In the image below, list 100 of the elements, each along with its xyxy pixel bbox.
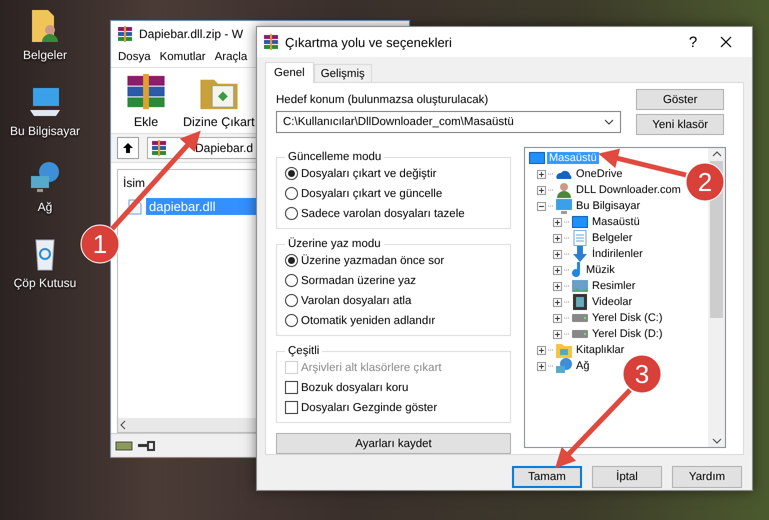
tree-item[interactable]: Müzik (584, 264, 617, 276)
option-label: Sadece varolan dosyaları tazele (301, 208, 465, 220)
tree-item[interactable]: Yerel Disk (C:) (590, 312, 664, 324)
dotted-connector (564, 333, 570, 335)
dotted-connector (548, 189, 554, 191)
tree-item[interactable]: Masaüstü (590, 216, 642, 228)
expand-toggle[interactable] (553, 266, 562, 274)
save-settings-button[interactable]: Ayarları kaydet (276, 433, 511, 454)
image-icon (572, 278, 588, 294)
expand-toggle[interactable] (553, 234, 562, 242)
tree-item[interactable]: DLL Downloader.com (574, 184, 683, 196)
desktop-icon-label[interactable]: Bu Bilgisayar (10, 124, 80, 138)
up-folder-button[interactable] (117, 137, 139, 159)
key-icon (137, 440, 155, 450)
side-button[interactable]: Yeni klasör (636, 114, 724, 135)
radio-button[interactable] (285, 314, 298, 327)
group-title: Güncelleme modu (287, 151, 382, 163)
desktop-icon-label[interactable]: Ağ (38, 200, 52, 214)
scroll-down-icon (712, 438, 722, 444)
tree-item[interactable]: Yerel Disk (D:) (590, 328, 664, 340)
expand-toggle[interactable] (553, 282, 562, 290)
collapse-toggle[interactable] (537, 202, 546, 210)
dotted-connector (548, 349, 554, 351)
dialog-title: Çıkartma yolu ve seçenekleri (285, 34, 452, 50)
dotted-connector (564, 221, 570, 223)
scroll-up-icon (712, 151, 722, 157)
expand-toggle[interactable] (553, 218, 562, 226)
dotted-connector (548, 365, 554, 367)
monitor-icon (572, 214, 588, 230)
drive-icon (115, 440, 133, 452)
drive-icon (572, 330, 588, 338)
expand-toggle[interactable] (553, 298, 562, 306)
drive-icon (572, 314, 588, 322)
tree-item[interactable]: Bu Bilgisayar (574, 200, 642, 212)
option-label: Sormadan üzerine yaz (301, 274, 416, 286)
option-label: Arşivleri alt klasörlere çıkart (301, 362, 442, 374)
dialog-button[interactable]: Tamam (512, 466, 582, 488)
dialog-button[interactable]: Yardım (672, 466, 742, 488)
archive-icon (263, 34, 279, 50)
group-title: Çeşitli (287, 345, 320, 357)
tree-item[interactable]: OneDrive (574, 168, 624, 180)
folder-icon (556, 342, 572, 358)
dotted-connector (564, 285, 570, 287)
desktop-icon-label[interactable]: Belgeler (22, 48, 68, 62)
music-note-icon (572, 262, 582, 278)
dotted-connector (564, 253, 570, 255)
close-icon[interactable] (720, 36, 732, 48)
dialog-button[interactable]: İptal (592, 466, 662, 488)
radio-button[interactable] (285, 274, 298, 287)
step-number: 3 (634, 359, 650, 389)
tree-item[interactable]: Videolar (590, 296, 634, 308)
step-number: 1 (92, 229, 108, 259)
tree-item[interactable]: Resimler (590, 280, 638, 292)
dotted-connector (564, 301, 570, 303)
archive-icon (117, 26, 133, 42)
radio-button[interactable] (285, 207, 298, 220)
side-button[interactable]: Göster (636, 89, 724, 110)
dotted-connector (548, 205, 554, 207)
tree-item[interactable]: Ağ (574, 360, 592, 372)
document-icon (572, 230, 588, 246)
step-marker (622, 354, 662, 394)
tab[interactable]: Gelişmiş (314, 64, 372, 83)
menu-item[interactable]: Dosya (118, 51, 151, 63)
download-arrow-icon (572, 246, 588, 262)
expand-toggle[interactable] (537, 186, 546, 194)
dotted-connector (564, 269, 570, 271)
option-label: Üzerine yazmadan önce sor (301, 254, 444, 266)
window-title: Dapiebar.dll.zip - W (139, 27, 244, 41)
desktop-icon-label[interactable]: Çöp Kutusu (14, 276, 76, 290)
toolbar-button[interactable]: Dizine Çıkart (183, 115, 255, 129)
expand-toggle[interactable] (553, 250, 562, 258)
radio-button[interactable] (285, 167, 298, 180)
radio-button[interactable] (285, 294, 298, 307)
dotted-connector (564, 317, 570, 319)
dotted-connector (564, 237, 570, 239)
menu-item[interactable]: Komutlar (160, 51, 206, 63)
step-number: 2 (698, 167, 712, 197)
checkbox[interactable] (285, 381, 298, 394)
expand-toggle[interactable] (537, 362, 546, 370)
radio-button[interactable] (285, 187, 298, 200)
up-arrow-icon (122, 142, 134, 154)
film-icon (572, 294, 588, 310)
tab[interactable]: Genel (265, 62, 314, 83)
expand-toggle[interactable] (537, 170, 546, 178)
expand-toggle[interactable] (553, 314, 562, 322)
destination-combobox[interactable]: C:\Kullanıcılar\DllDownloader_com\Masaüstü (276, 111, 622, 133)
tree-item[interactable]: Kitaplıklar (574, 344, 626, 356)
person-icon (556, 182, 572, 198)
dotted-connector (548, 173, 554, 175)
toolbar-button[interactable]: Ekle (134, 115, 158, 129)
tree-item[interactable]: Belgeler (590, 232, 634, 244)
dropdown-caret-icon (604, 119, 614, 125)
tree-item[interactable]: İndirilenler (590, 248, 645, 260)
option-label: Otomatik yeniden adlandır (301, 314, 436, 326)
help-button[interactable]: ? (678, 34, 708, 50)
expand-toggle[interactable] (553, 330, 562, 338)
checkbox[interactable] (285, 401, 298, 414)
expand-toggle[interactable] (537, 346, 546, 354)
radio-button[interactable] (285, 254, 298, 267)
menu-item[interactable]: Araçla (214, 51, 248, 63)
